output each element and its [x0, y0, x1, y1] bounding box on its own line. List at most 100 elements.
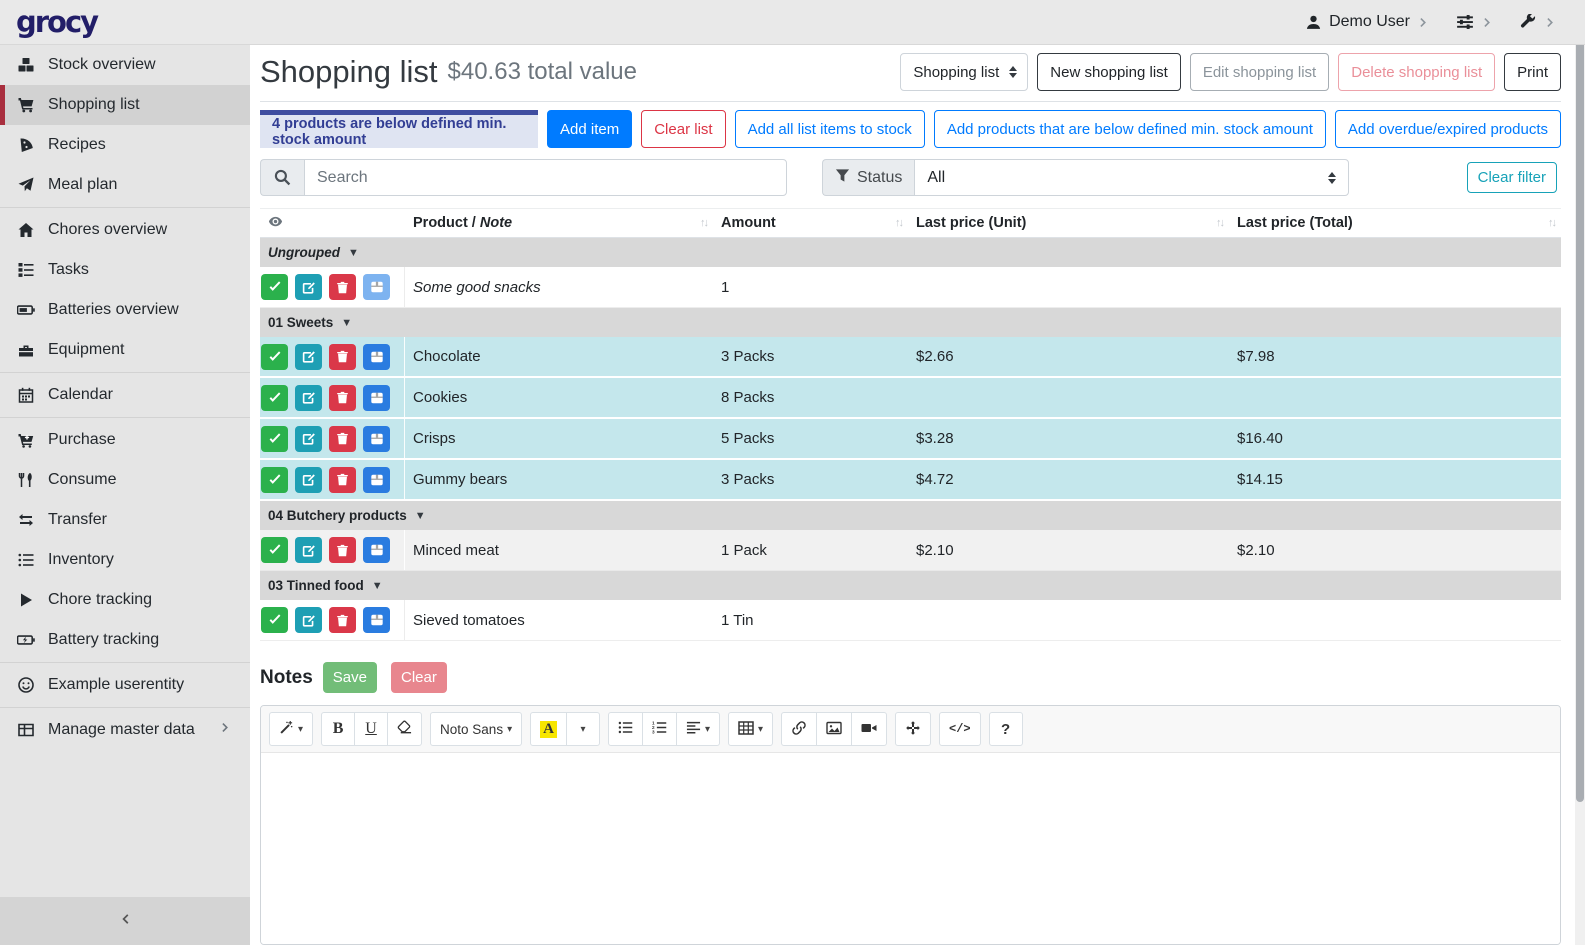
- total-value: $40.63 total value: [448, 58, 637, 86]
- admin-menu[interactable]: [1520, 14, 1557, 31]
- sidebar-item-purchase[interactable]: Purchase: [0, 420, 250, 460]
- sidebar-item-calendar[interactable]: Calendar: [0, 375, 250, 415]
- add-item-button[interactable]: Add item: [547, 110, 632, 148]
- delete-item-button[interactable]: [329, 274, 356, 300]
- delete-item-button[interactable]: [329, 344, 356, 370]
- group-header-row[interactable]: 04 Butchery products▼: [260, 501, 1561, 530]
- mark-done-button[interactable]: [261, 426, 288, 452]
- mark-done-button[interactable]: [261, 385, 288, 411]
- notes-clear-button[interactable]: Clear: [391, 662, 447, 693]
- fullscreen-button[interactable]: [895, 712, 931, 746]
- paper-plane-icon: [15, 177, 37, 193]
- edit-item-button[interactable]: [295, 344, 322, 370]
- sidebar-item-inventory[interactable]: Inventory: [0, 540, 250, 580]
- code-view-button[interactable]: </>: [939, 712, 981, 746]
- delete-item-button[interactable]: [329, 426, 356, 452]
- add-all-to-stock-button[interactable]: Add all list items to stock: [735, 110, 925, 148]
- edit-item-button[interactable]: [295, 426, 322, 452]
- svg-text:3: 3: [652, 730, 655, 735]
- sidebar-collapse-button[interactable]: [0, 897, 250, 945]
- add-overdue-button[interactable]: Add overdue/expired products: [1335, 110, 1561, 148]
- sidebar-item-tasks[interactable]: Tasks: [0, 250, 250, 290]
- sidebar-item-equipment[interactable]: Equipment: [0, 330, 250, 370]
- status-filter-select[interactable]: All: [914, 159, 1349, 196]
- mark-done-button[interactable]: [261, 467, 288, 493]
- sidebar-item-stock-overview[interactable]: Stock overview: [0, 45, 250, 85]
- clear-filter-button[interactable]: Clear filter: [1467, 162, 1557, 193]
- add-below-min-button[interactable]: Add products that are below defined min.…: [934, 110, 1326, 148]
- mark-done-button[interactable]: [261, 344, 288, 370]
- sidebar-item-shopping-list[interactable]: Shopping list: [0, 85, 250, 125]
- underline-button[interactable]: U: [354, 712, 388, 746]
- sidebar-item-recipes[interactable]: Recipes: [0, 125, 250, 165]
- delete-item-button[interactable]: [329, 467, 356, 493]
- print-button[interactable]: Print: [1504, 53, 1561, 91]
- edit-item-button[interactable]: [295, 537, 322, 563]
- edit-item-button[interactable]: [295, 467, 322, 493]
- check-icon: [268, 473, 282, 487]
- product-detail-button[interactable]: [363, 274, 390, 300]
- insert-link-button[interactable]: [781, 712, 817, 746]
- group-header-row[interactable]: 01 Sweets▼: [260, 308, 1561, 337]
- column-header-product[interactable]: Product / Note ↑↓: [405, 209, 713, 237]
- notes-save-button[interactable]: Save: [323, 662, 377, 693]
- ordered-list-button[interactable]: 123: [642, 712, 677, 746]
- product-detail-button[interactable]: [363, 607, 390, 633]
- unordered-list-button[interactable]: [608, 712, 643, 746]
- insert-video-button[interactable]: [851, 712, 887, 746]
- insert-table-button[interactable]: ▾: [728, 712, 773, 746]
- sidebar-item-chores-overview[interactable]: Chores overview: [0, 210, 250, 250]
- column-header-amount[interactable]: Amount ↑↓: [713, 209, 908, 237]
- font-family-button[interactable]: Noto Sans▾: [430, 712, 522, 746]
- shopping-list-select[interactable]: Shopping list: [900, 53, 1028, 91]
- toggle-done-items-header[interactable]: [260, 209, 405, 237]
- column-header-last-price-unit[interactable]: Last price (Unit) ↑↓: [908, 209, 1229, 237]
- sidebar-item-example-userentity[interactable]: Example userentity: [0, 665, 250, 705]
- mark-done-button[interactable]: [261, 537, 288, 563]
- product-detail-button[interactable]: [363, 467, 390, 493]
- delete-item-button[interactable]: [329, 385, 356, 411]
- group-header-row[interactable]: 03 Tinned food▼: [260, 571, 1561, 600]
- clear-list-button[interactable]: Clear list: [641, 110, 725, 148]
- sidebar-item-consume[interactable]: Consume: [0, 460, 250, 500]
- edit-shopping-list-button[interactable]: Edit shopping list: [1190, 53, 1329, 91]
- bold-button[interactable]: B: [321, 712, 355, 746]
- delete-item-button[interactable]: [329, 537, 356, 563]
- delete-item-button[interactable]: [329, 607, 356, 633]
- insert-picture-button[interactable]: [816, 712, 852, 746]
- product-name-cell: Minced meat: [405, 542, 713, 559]
- sidebar-item-batteries-overview[interactable]: Batteries overview: [0, 290, 250, 330]
- trash-icon: [336, 281, 349, 294]
- search-input[interactable]: [304, 159, 787, 196]
- help-button[interactable]: ?: [989, 712, 1023, 746]
- page-scrollbar[interactable]: [1575, 0, 1585, 945]
- font-color-dropdown-button[interactable]: ▾: [566, 712, 600, 746]
- product-detail-button[interactable]: [363, 385, 390, 411]
- delete-shopping-list-button[interactable]: Delete shopping list: [1338, 53, 1495, 91]
- sidebar-item-manage-master-data[interactable]: Manage master data: [0, 710, 250, 750]
- font-color-button[interactable]: A: [530, 712, 567, 746]
- mark-done-button[interactable]: [261, 607, 288, 633]
- new-shopping-list-button[interactable]: New shopping list: [1037, 53, 1181, 91]
- sidebar-item-label: Manage master data: [48, 721, 195, 739]
- sidebar-item-meal-plan[interactable]: Meal plan: [0, 165, 250, 205]
- mark-done-button[interactable]: [261, 274, 288, 300]
- sidebar-item-transfer[interactable]: Transfer: [0, 500, 250, 540]
- edit-item-button[interactable]: [295, 607, 322, 633]
- clear-formatting-button[interactable]: [387, 712, 422, 746]
- edit-item-button[interactable]: [295, 385, 322, 411]
- settings-menu[interactable]: [1456, 13, 1494, 31]
- product-detail-button[interactable]: [363, 344, 390, 370]
- sidebar-item-chore-tracking[interactable]: Chore tracking: [0, 580, 250, 620]
- style-magic-button[interactable]: ▾: [269, 712, 313, 746]
- sidebar-item-battery-tracking[interactable]: Battery tracking: [0, 620, 250, 660]
- group-header-row[interactable]: Ungrouped▼: [260, 238, 1561, 267]
- scrollbar-thumb[interactable]: [1576, 2, 1584, 802]
- notes-editor-textarea[interactable]: [261, 753, 1560, 945]
- product-detail-button[interactable]: [363, 537, 390, 563]
- column-header-last-price-total[interactable]: Last price (Total) ↑↓: [1229, 209, 1561, 237]
- user-menu[interactable]: Demo User: [1305, 13, 1430, 31]
- product-detail-button[interactable]: [363, 426, 390, 452]
- edit-item-button[interactable]: [295, 274, 322, 300]
- paragraph-align-button[interactable]: ▾: [676, 712, 720, 746]
